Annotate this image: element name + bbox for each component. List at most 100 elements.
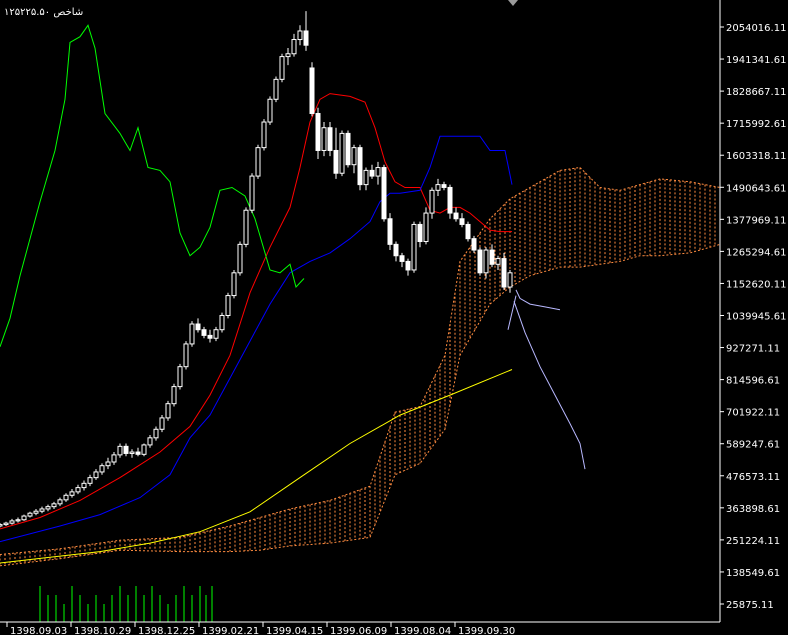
candle-body: [141, 444, 147, 455]
candle-body: [99, 465, 105, 473]
candle-body: [261, 121, 267, 149]
candle-body: [57, 499, 63, 505]
candle-body: [69, 491, 75, 496]
candle-body: [345, 132, 351, 166]
candle-body: [441, 184, 447, 188]
candle-body: [39, 508, 45, 512]
candle-body: [75, 487, 81, 493]
candle-body: [33, 510, 39, 514]
candle-body: [297, 30, 303, 41]
candle-body: [51, 503, 57, 508]
candle-body: [129, 451, 135, 454]
candle-body: [27, 512, 33, 517]
candle-body: [267, 98, 273, 123]
y-tick-label: 1715992.61: [726, 119, 786, 130]
candle-body: [45, 506, 51, 510]
candle-body: [105, 461, 111, 467]
y-tick-label: 138549.61: [726, 568, 780, 579]
candle-body: [453, 212, 459, 220]
candle-body: [93, 471, 99, 479]
y-tick-label: 927271.11: [726, 344, 780, 355]
candle-body: [363, 169, 369, 186]
y-tick-label: 1828667.11: [726, 87, 786, 98]
candle-body: [237, 243, 243, 274]
candle-body: [399, 255, 405, 262]
candle-body: [471, 238, 477, 251]
x-tick-label: 1399.08.04: [394, 626, 451, 635]
candle-body: [243, 209, 249, 245]
candle-body: [3, 522, 9, 526]
candle-body: [213, 329, 219, 339]
candle-body: [393, 243, 399, 257]
candle-body: [477, 249, 483, 274]
candle-body: [291, 39, 297, 55]
candle-body: [165, 403, 171, 419]
candle-body: [489, 249, 495, 265]
x-tick-label: 1398.09.03: [10, 626, 67, 635]
candle-body: [159, 417, 165, 430]
candle-body: [135, 451, 141, 455]
candle-body: [171, 386, 177, 405]
candle-body: [423, 212, 429, 243]
y-tick-label: 1941341.61: [726, 55, 786, 66]
candle-body: [183, 343, 189, 368]
candle-body: [153, 428, 159, 439]
candle-body: [507, 272, 513, 288]
candle-body: [369, 169, 375, 177]
candle-body: [375, 167, 381, 177]
y-tick-label: 1152620.11: [726, 279, 786, 290]
candle-body: [189, 323, 195, 345]
candle-body: [495, 258, 501, 265]
y-tick-label: 251224.11: [726, 536, 780, 547]
y-tick-label: 1603318.11: [726, 151, 786, 162]
candle-body: [195, 323, 201, 331]
x-tick-label: 1399.06.09: [330, 626, 387, 635]
candle-body: [501, 258, 507, 288]
candle-body: [279, 56, 285, 80]
x-tick-label: 1399.04.15: [266, 626, 323, 635]
candle-body: [417, 223, 423, 243]
x-tick-label: 1399.09.30: [458, 626, 515, 635]
candle-body: [357, 147, 363, 186]
y-tick-label: 814596.61: [726, 376, 780, 387]
candle-body: [207, 334, 213, 339]
candle-body: [315, 112, 321, 151]
candle-body: [231, 272, 237, 297]
candle-body: [0, 524, 3, 527]
candle-body: [381, 167, 387, 220]
y-tick-label: 1377969.11: [726, 215, 786, 226]
candle-body: [9, 520, 15, 524]
y-tick-label: 1265294.61: [726, 247, 786, 258]
candle-body: [255, 147, 261, 177]
chart-canvas: 2054016.11 1941341.61 1828667.11 1715992.61…: [0, 0, 788, 635]
candle-body: [225, 295, 231, 316]
y-tick-label: 476573.11: [726, 472, 780, 483]
candle-body: [87, 477, 93, 484]
candle-body: [447, 186, 453, 214]
chart-title: شاخص ۱۲۵۲۲۵.۵۰: [4, 7, 83, 18]
candle-body: [339, 132, 345, 174]
y-tick-label: 589247.61: [726, 440, 780, 451]
candle-body: [483, 249, 489, 274]
candle-body: [411, 223, 417, 271]
candle-body: [429, 189, 435, 214]
candle-body: [405, 260, 411, 271]
candle-body: [81, 482, 87, 489]
candle-body: [351, 147, 357, 166]
candle-body: [123, 445, 129, 454]
candle-body: [21, 515, 27, 521]
candle-body: [219, 314, 225, 331]
candle-body: [459, 218, 465, 225]
candle-body: [327, 127, 333, 151]
x-tick-label: 1399.02.21: [202, 626, 259, 635]
y-tick-label: 25875.11: [726, 600, 774, 611]
candle-body: [249, 175, 255, 211]
candle-body: [465, 223, 471, 240]
candle-body: [201, 329, 207, 336]
candle-body: [435, 184, 441, 191]
y-tick-label: 701922.11: [726, 408, 780, 419]
x-tick-label: 1398.10.29: [74, 626, 131, 635]
x-tick-label: 1398.12.25: [138, 626, 195, 635]
candle-body: [303, 30, 309, 46]
candle-body: [177, 366, 183, 388]
